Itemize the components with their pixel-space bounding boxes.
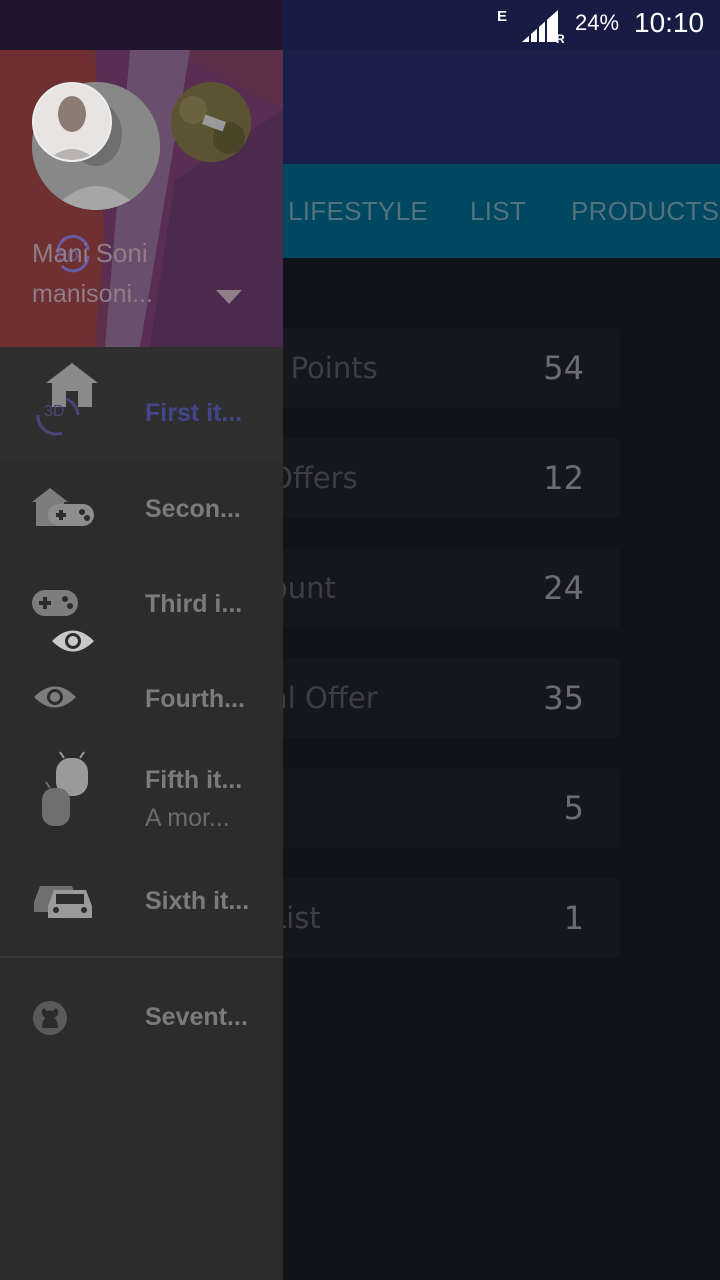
list-item[interactable]: ount 24 xyxy=(250,548,620,628)
list-item-label: al Offer xyxy=(270,681,378,715)
tab-products[interactable]: PRODUCTS xyxy=(571,164,719,258)
roaming-badge: R xyxy=(556,32,564,44)
list-item-value: 35 xyxy=(543,679,584,717)
list-item-value: 12 xyxy=(543,459,584,497)
navigation-drawer: 3D Mani Soni manisoni... 3D First it... … xyxy=(0,50,283,1280)
status-bar: E R 24% 10:10 xyxy=(0,0,720,50)
drawer-item-fifth[interactable]: Fifth it... A mor... xyxy=(0,740,283,858)
drawer-item-seventh[interactable]: Sevent... xyxy=(0,970,283,1066)
battery-level: 24% xyxy=(575,10,620,35)
list-item-label: Offers xyxy=(270,461,358,495)
drawer-item-label: First it... xyxy=(145,399,243,427)
drawer-item-first[interactable]: 3D First it... xyxy=(0,347,283,460)
list-item-value: 5 xyxy=(563,789,584,827)
secondary-account-avatar[interactable] xyxy=(171,82,251,162)
list-item-label: t Points xyxy=(270,351,378,385)
list-item[interactable]: al Offer 35 xyxy=(250,658,620,738)
drawer-item-label: Third i... xyxy=(145,590,243,618)
profile-email: manisoni... xyxy=(32,280,153,308)
3d-badge-label: 3D xyxy=(44,403,65,420)
eye-icon xyxy=(34,686,76,708)
gamepad-icon xyxy=(32,590,78,616)
drawer-header: 3D Mani Soni manisoni... xyxy=(0,50,283,347)
car-icon xyxy=(34,886,92,918)
list-item[interactable]: Offers 12 xyxy=(250,438,620,518)
list-item[interactable]: List 1 xyxy=(250,878,620,958)
signal-icon: R xyxy=(522,10,564,44)
profile-name: Mani Soni xyxy=(32,238,148,268)
list-item[interactable]: t Points 54 xyxy=(250,328,620,408)
list-item-value: 24 xyxy=(543,569,584,607)
tab-lifestyle[interactable]: LIFESTYLE xyxy=(288,164,428,258)
github-icon xyxy=(33,1001,67,1035)
network-type: E xyxy=(497,8,508,25)
profile-avatar-small[interactable] xyxy=(32,82,112,162)
clock: 10:10 xyxy=(634,7,705,38)
drawer-item-second[interactable]: Secon... xyxy=(0,460,283,556)
drawer-item-label: Fourth... xyxy=(145,685,245,713)
android-icon xyxy=(42,751,88,826)
tab-list[interactable]: LIST xyxy=(470,164,526,258)
drawer-item-label: Sixth it... xyxy=(145,887,250,915)
drawer-item-fourth[interactable]: Fourth... xyxy=(0,652,283,748)
list-item-value: 54 xyxy=(543,349,584,387)
drawer-item-description: A mor... xyxy=(145,804,230,832)
drawer-item-label: Sevent... xyxy=(145,1003,248,1031)
list-item[interactable]: 5 xyxy=(250,768,620,848)
drawer-item-label: Secon... xyxy=(145,495,241,523)
drawer-item-sixth[interactable]: Sixth it... xyxy=(0,858,283,954)
drawer-item-label: Fifth it... xyxy=(145,766,243,794)
chevron-down-icon[interactable] xyxy=(216,290,242,304)
drawer-divider xyxy=(0,956,283,958)
home-gamepad-icon xyxy=(32,488,94,526)
list-item-value: 1 xyxy=(563,899,584,937)
